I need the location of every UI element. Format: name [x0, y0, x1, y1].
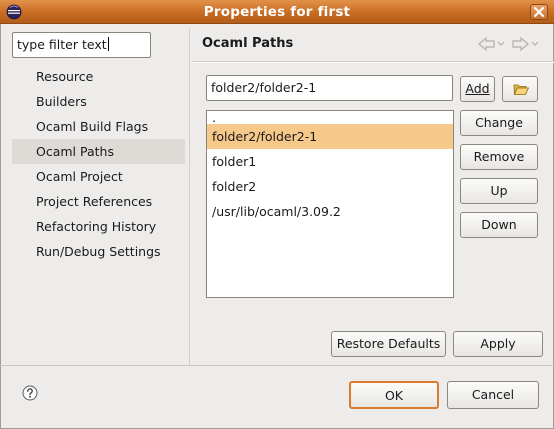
nav-item-run-debug-settings[interactable]: Run/Debug Settings — [12, 239, 185, 264]
nav-item-resource[interactable]: Resource — [12, 64, 185, 89]
page-title: Ocaml Paths — [202, 36, 294, 51]
restore-defaults-button[interactable]: Restore Defaults — [331, 331, 446, 357]
nav-item-builders[interactable]: Builders — [12, 89, 185, 114]
down-button-label: Down — [481, 217, 517, 232]
list-item[interactable]: folder2/folder2-1 — [207, 124, 453, 149]
nav-item-refactoring-history[interactable]: Refactoring History — [12, 214, 185, 239]
list-item[interactable]: . — [207, 111, 453, 124]
close-icon — [534, 7, 544, 17]
nav-item-ocaml-paths[interactable]: Ocaml Paths — [12, 139, 185, 164]
folder-open-icon — [513, 84, 529, 95]
change-button[interactable]: Change — [460, 110, 538, 136]
path-input[interactable]: folder2/folder2-1 — [206, 75, 453, 101]
nav-item-ocaml-build-flags[interactable]: Ocaml Build Flags — [12, 114, 185, 139]
list-item[interactable]: /usr/lib/ocaml/3.09.2 — [207, 199, 453, 224]
ok-button[interactable]: OK — [349, 381, 439, 409]
back-arrow-icon[interactable] — [477, 36, 505, 52]
header-separator-highlight — [192, 62, 554, 63]
up-button[interactable]: Up — [460, 178, 538, 204]
pane-divider[interactable] — [189, 28, 190, 366]
nav-item-ocaml-project[interactable]: Ocaml Project — [12, 164, 185, 189]
list-item[interactable]: folder1 — [207, 149, 453, 174]
forward-arrow-icon[interactable] — [511, 36, 539, 52]
close-button[interactable] — [530, 4, 548, 20]
window-title: Properties for first — [203, 4, 351, 20]
text-cursor — [107, 37, 109, 51]
cancel-button[interactable]: Cancel — [447, 381, 539, 409]
add-button[interactable]: Add — [460, 76, 495, 102]
property-page-tree: Resource Builders Ocaml Build Flags Ocam… — [12, 64, 185, 264]
title-bar: Properties for first — [0, 0, 554, 24]
cancel-button-label: Cancel — [471, 387, 515, 402]
paths-list[interactable]: . folder2/folder2-1 folder1 folder2 /usr… — [206, 110, 454, 298]
restore-defaults-label: Restore Defaults — [336, 336, 441, 351]
footer-separator — [0, 365, 554, 366]
nav-item-project-references[interactable]: Project References — [12, 189, 185, 214]
remove-button[interactable]: Remove — [460, 144, 538, 170]
history-nav — [477, 36, 543, 52]
down-button[interactable]: Down — [460, 212, 538, 238]
apply-button-label: Apply — [480, 336, 516, 351]
add-button-label: Add — [465, 81, 490, 96]
change-button-label: Change — [475, 115, 523, 130]
up-button-label: Up — [490, 183, 508, 198]
filter-input-text: type filter text — [17, 37, 107, 52]
remove-button-label: Remove — [473, 149, 525, 164]
apply-button[interactable]: Apply — [453, 331, 543, 357]
browse-folder-button[interactable] — [502, 76, 538, 102]
ok-button-label: OK — [384, 388, 404, 403]
list-item[interactable]: folder2 — [207, 174, 453, 199]
filter-input[interactable]: type filter text — [12, 32, 151, 58]
help-icon[interactable] — [22, 385, 38, 401]
